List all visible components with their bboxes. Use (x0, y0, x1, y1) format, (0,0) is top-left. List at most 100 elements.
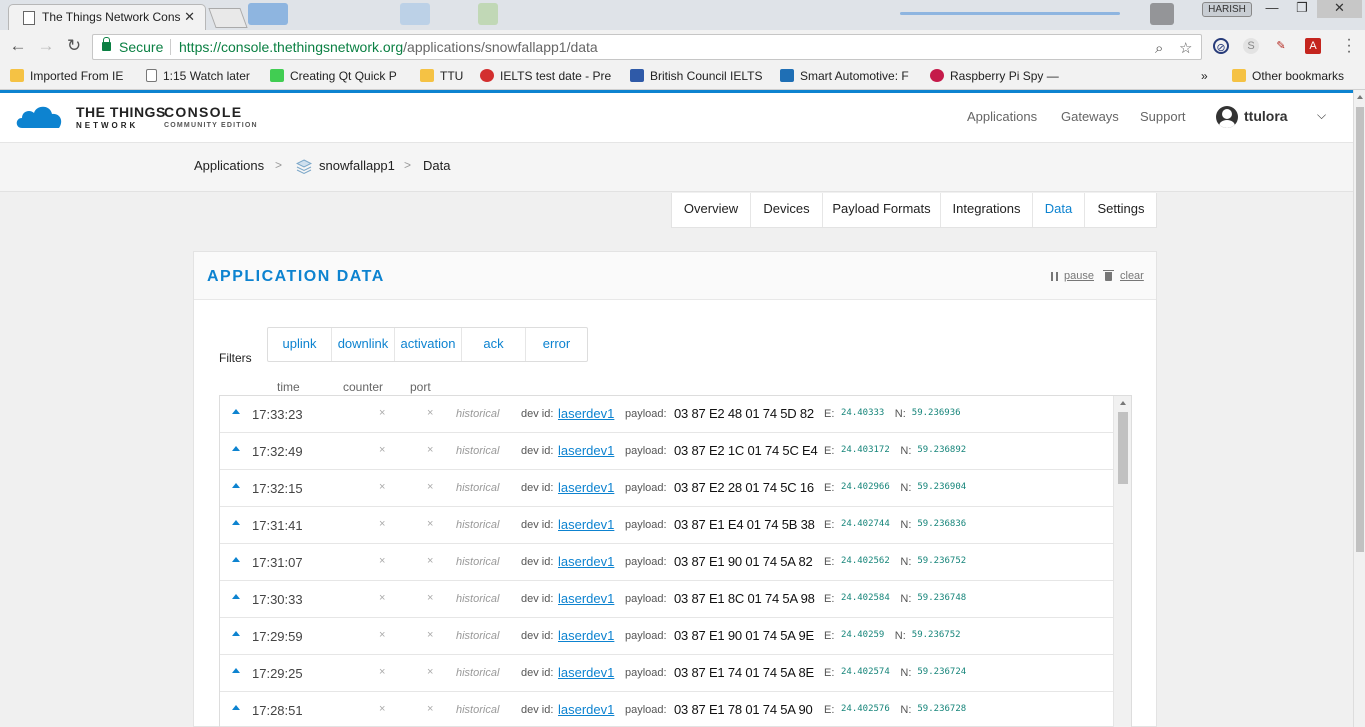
table-row[interactable]: 17:30:33 × × historical dev id: laserdev1 payl… (220, 581, 1114, 618)
dev-id-label: dev id: (521, 630, 554, 642)
northing-value: 59.236752 (911, 630, 961, 640)
new-tab-button[interactable] (208, 8, 248, 28)
qt-icon (270, 69, 284, 82)
background-decoration (900, 12, 1120, 15)
zoom-icon[interactable]: ⌕ (1155, 37, 1163, 61)
scroll-thumb[interactable] (1118, 412, 1128, 484)
device-link[interactable]: laserdev1 (558, 628, 614, 643)
filter-downlink[interactable]: downlink (332, 328, 395, 361)
bookmark-label: Smart Automotive: F (800, 69, 909, 83)
historical-label: historical (456, 482, 500, 494)
bookmark-item[interactable]: TTU (420, 68, 472, 85)
chevron-down-icon[interactable]: ⌵ (1317, 108, 1326, 123)
ttn-cloud-logo-icon[interactable] (14, 103, 66, 129)
scroll-up-icon[interactable] (1120, 401, 1126, 405)
device-link[interactable]: laserdev1 (558, 591, 614, 606)
browser-tab[interactable]: The Things Network Cons ✕ (8, 4, 206, 30)
tab-overview[interactable]: Overview (672, 193, 751, 227)
secure-label: Secure (119, 39, 164, 55)
address-bar[interactable]: Secure https://console.thethingsnetwork.… (92, 34, 1202, 60)
table-row[interactable]: 17:29:59 × × historical dev id: laserdev1 payl… (220, 618, 1114, 655)
table-row[interactable]: 17:32:49 × × historical dev id: laserdev1 payl… (220, 433, 1114, 470)
device-link[interactable]: laserdev1 (558, 702, 614, 717)
acrobat-extension-icon[interactable]: A (1305, 38, 1321, 54)
northing-label: N: (894, 408, 906, 420)
bookmark-item[interactable]: British Council IELTS (630, 68, 766, 85)
nav-applications[interactable]: Applications (967, 109, 1037, 124)
breadcrumb-applications[interactable]: Applications (194, 158, 264, 173)
bookmark-item[interactable]: Imported From IE (10, 68, 134, 85)
url-text[interactable]: https://console.thethingsnetwork.org/app… (179, 35, 598, 59)
forward-icon[interactable]: → (36, 36, 56, 56)
minimize-icon[interactable]: — (1257, 0, 1287, 18)
filter-activation[interactable]: activation (395, 328, 462, 361)
table-row[interactable]: 17:31:07 × × historical dev id: laserdev1 payl… (220, 544, 1114, 581)
blocker-extension-icon[interactable]: ⊘ (1213, 38, 1229, 54)
table-row[interactable]: 17:29:25 × × historical dev id: laserdev1 payl… (220, 655, 1114, 692)
bookmark-item[interactable]: Smart Automotive: F (780, 68, 916, 85)
close-icon[interactable]: ✕ (184, 9, 195, 25)
avatar[interactable] (1216, 106, 1238, 128)
nav-support[interactable]: Support (1140, 109, 1186, 124)
reload-icon[interactable]: ↻ (64, 36, 84, 56)
bookmark-item[interactable]: Raspberry Pi Spy — (930, 68, 1068, 85)
filter-error[interactable]: error (526, 328, 587, 361)
uplink-arrow-icon (232, 446, 240, 451)
device-link[interactable]: laserdev1 (558, 480, 614, 495)
bookmark-item[interactable]: IELTS test date - Pre (480, 68, 618, 85)
scroll-thumb[interactable] (1356, 107, 1364, 552)
tab-payload-formats[interactable]: Payload Formats (823, 193, 941, 227)
scroll-up-icon[interactable] (1357, 95, 1363, 99)
northing-label: N: (900, 519, 912, 531)
bookmark-item[interactable]: Other bookmarks (1232, 68, 1354, 85)
filter-uplink[interactable]: uplink (268, 328, 332, 361)
username[interactable]: ttulora (1244, 108, 1288, 124)
message-list[interactable]: 17:28:51 × × historical dev id: laserdev1 payl… (219, 395, 1132, 727)
port-empty: × (427, 444, 434, 456)
filter-ack[interactable]: ack (462, 328, 526, 361)
table-row[interactable]: 17:33:23 × × historical dev id: laserdev1 payl… (220, 396, 1114, 433)
easting-value: 24.402584 (841, 593, 890, 603)
payload-label: payload: (625, 519, 667, 531)
bookmarks-overflow-button[interactable]: » (1201, 68, 1213, 85)
browser-menu-icon[interactable]: · · · (1342, 32, 1356, 60)
page-scrollbar[interactable] (1353, 90, 1365, 727)
pause-icon[interactable] (1051, 272, 1058, 281)
tab-devices[interactable]: Devices (751, 193, 823, 227)
device-link[interactable]: laserdev1 (558, 554, 614, 569)
device-link[interactable]: laserdev1 (558, 665, 614, 680)
clear-button[interactable]: clear (1120, 270, 1144, 282)
column-header-time: time (277, 380, 300, 394)
skype-extension-icon[interactable]: S (1243, 38, 1259, 54)
device-link[interactable]: laserdev1 (558, 406, 614, 421)
bookmark-item[interactable]: 1:15 Watch later (146, 68, 260, 85)
table-row[interactable]: 17:32:15 × × historical dev id: laserdev1 payl… (220, 470, 1114, 507)
dev-id-label: dev id: (521, 704, 554, 716)
payload-value: 03 87 E1 90 01 74 5A 9E (674, 628, 814, 643)
list-scrollbar[interactable] (1113, 396, 1131, 727)
profile-badge[interactable]: HARISH (1202, 2, 1252, 17)
filters-label: Filters (219, 351, 252, 365)
bookmark-item[interactable]: Creating Qt Quick P (270, 68, 404, 85)
nav-gateways[interactable]: Gateways (1061, 109, 1119, 124)
pdf-extension-icon[interactable]: ✎ (1273, 38, 1289, 54)
table-row[interactable]: 17:31:41 × × historical dev id: laserdev1 payl… (220, 507, 1114, 544)
table-row[interactable]: 17:28:51 × × historical dev id: laserdev1 payl… (220, 692, 1114, 727)
logo-wordmark[interactable]: THE THINGS NETWORK (76, 105, 166, 132)
tab-settings[interactable]: Settings (1085, 193, 1157, 227)
tab-integrations[interactable]: Integrations (941, 193, 1033, 227)
payload-label: payload: (625, 593, 667, 605)
northing-value: 59.236752 (917, 556, 967, 566)
device-link[interactable]: laserdev1 (558, 443, 614, 458)
restore-icon[interactable]: ❐ (1287, 0, 1317, 18)
tab-data[interactable]: Data (1033, 193, 1085, 227)
star-icon[interactable]: ☆ (1179, 37, 1192, 61)
counter-empty: × (379, 666, 386, 678)
back-icon[interactable]: ← (8, 36, 28, 56)
trash-icon[interactable] (1103, 270, 1114, 281)
breadcrumb-app[interactable]: snowfallapp1 (319, 158, 395, 173)
device-link[interactable]: laserdev1 (558, 517, 614, 532)
window-close-icon[interactable]: ✕ (1317, 0, 1362, 18)
payload-label: payload: (625, 556, 667, 568)
pause-button[interactable]: pause (1064, 270, 1094, 282)
